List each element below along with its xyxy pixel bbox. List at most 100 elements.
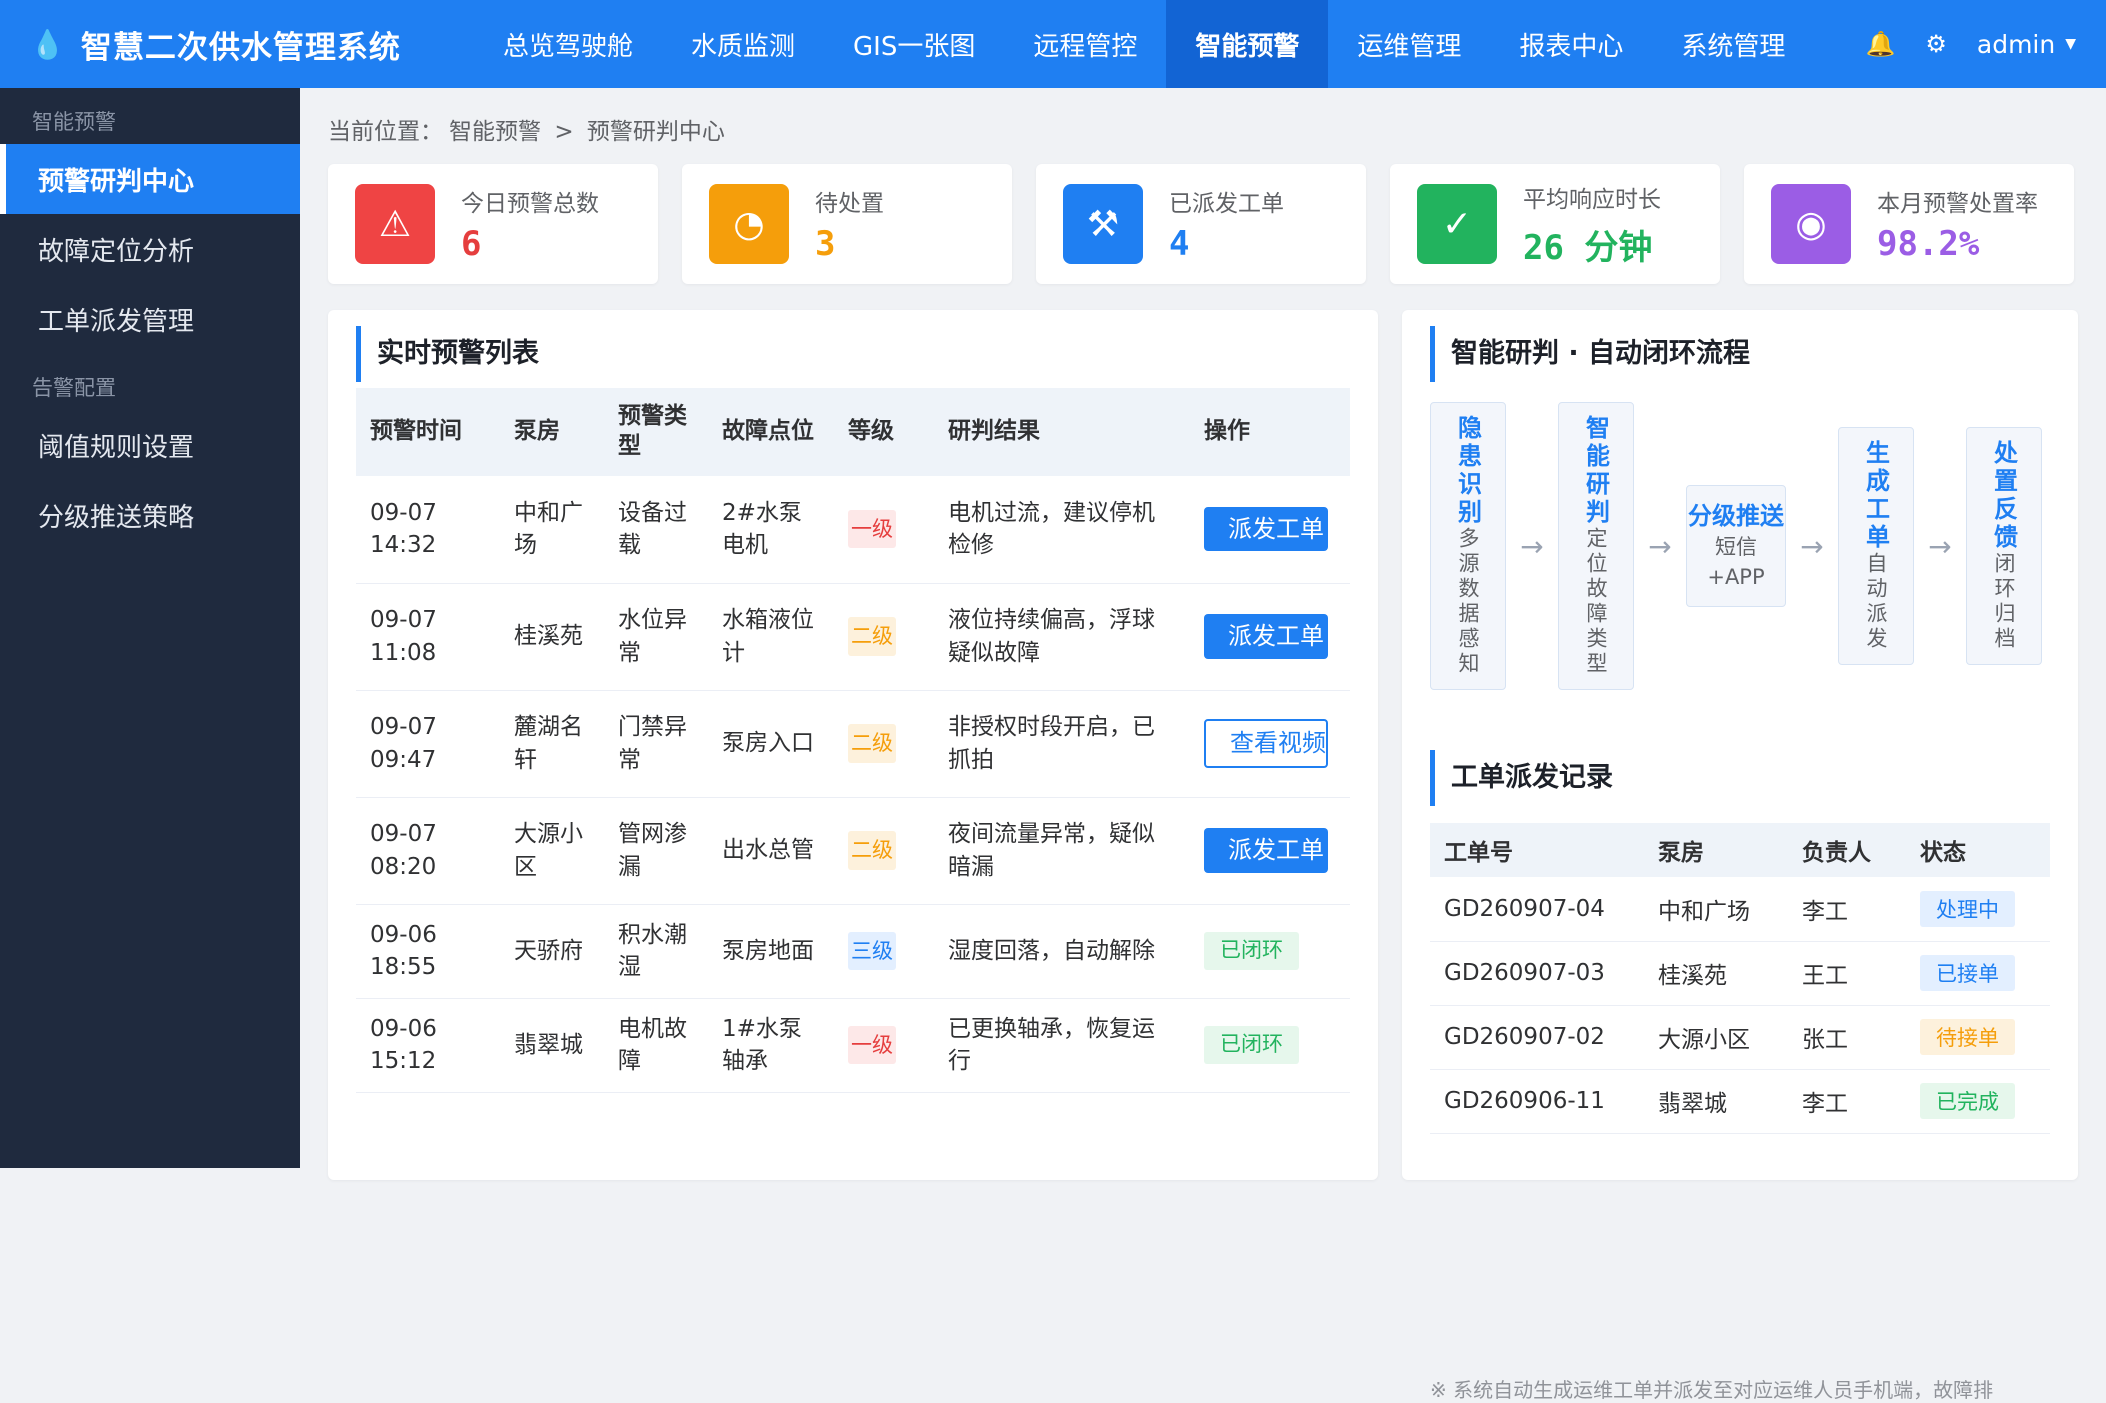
alert-level-cell: 三级: [834, 904, 934, 999]
flow-step: 智能研判 定位故障类型: [1558, 402, 1634, 690]
chevron-down-icon: ▼: [2065, 36, 2076, 52]
arrow-right-icon: →: [1928, 529, 1952, 563]
alert-type: 电机故障: [604, 998, 708, 1093]
alert-level-cell: 二级: [834, 797, 934, 905]
flow-step: 隐患识别 多源数据感知: [1430, 402, 1506, 690]
table-row[interactable]: GD260907-04 中和广场 李工 处理中: [1430, 877, 2050, 942]
alert-date: 09-06: [370, 921, 437, 948]
nav-item[interactable]: 总览驾驶舱: [474, 0, 662, 88]
action-cell: 派发工单: [1190, 797, 1350, 905]
alert-clock: 14:32: [370, 532, 437, 559]
stat-text: 平均响应时长 26 分钟: [1523, 180, 1661, 269]
column-header: 预警类型: [604, 388, 708, 476]
stat-label: 本月预警处置率: [1877, 191, 2038, 217]
column-header: 泵房: [500, 388, 604, 476]
pump-room: 大源小区: [500, 797, 604, 905]
alert-list-panel: 实时预警列表 预警时间 泵房 预警类型 故障点位 等级 研判结果 操作 09-07 14:32…: [328, 310, 1378, 1180]
level-badge: 二级: [848, 831, 896, 870]
nav-item[interactable]: 智能预警: [1166, 0, 1329, 88]
workorder-note: ※ 系统自动生成运维工单并派发至对应运维人员手机端，故障排: [1430, 1378, 1994, 1402]
analysis-result: 已更换轴承，恢复运行: [934, 998, 1190, 1093]
fault-point: 水箱液位计: [708, 583, 834, 691]
table-row[interactable]: GD260907-02 大源小区 张工 待接单: [1430, 1005, 2050, 1070]
workorder-id: GD260907-04: [1430, 877, 1644, 942]
alert-list-title: 实时预警列表: [356, 326, 539, 382]
stat-card: ◔ 待处置 3: [682, 164, 1012, 284]
warning-icon: ⚠: [355, 184, 435, 264]
gear-icon[interactable]: ⚙: [1925, 30, 1947, 58]
alert-type: 设备过载: [604, 476, 708, 584]
nav-item[interactable]: 报表中心: [1490, 0, 1652, 88]
alert-type: 积水潮湿: [604, 904, 708, 999]
sidebar-item[interactable]: 分级推送策略: [0, 480, 300, 550]
table-row: 09-07 14:32 中和广场 设备过载 2#水泵电机 一级 电机过流，建议停机检修 派发工…: [356, 476, 1350, 584]
dispatch-order-button[interactable]: 派发工单: [1204, 507, 1328, 552]
sidebar-item[interactable]: 预警研判中心: [0, 144, 300, 214]
stat-card: ⚠ 今日预警总数 6: [328, 164, 658, 284]
table-row[interactable]: GD260906-11 翡翠城 李工 已完成: [1430, 1069, 2050, 1134]
stat-text: 待处置 3: [815, 184, 884, 264]
column-header: 负责人: [1788, 823, 1906, 877]
nav-item[interactable]: GIS一张图: [824, 0, 1004, 88]
alert-clock: 11:08: [370, 639, 437, 666]
nav-item[interactable]: 水质监测: [662, 0, 824, 88]
flow-panel: 智能研判 · 自动闭环流程 隐患识别 多源数据感知 → 智能研判 定位故障类型 → 分级推送…: [1402, 310, 2078, 1402]
stat-value: 6: [461, 224, 482, 264]
nav-item[interactable]: 远程管控: [1004, 0, 1166, 88]
table-row: 09-06 18:55 天骄府 积水潮湿 泵房地面 三级 湿度回落，自动解除 已闭环: [356, 904, 1350, 999]
owner: 王工: [1788, 941, 1906, 1006]
dispatch-order-button[interactable]: 派发工单: [1204, 614, 1328, 659]
bell-icon[interactable]: 🔔: [1865, 30, 1895, 58]
stat-text: 已派发工单 4: [1169, 184, 1284, 264]
flow-step-desc: 多源数据感知: [1456, 527, 1480, 677]
analysis-result: 电机过流，建议停机检修: [934, 476, 1190, 584]
stat-card: ⚒ 已派发工单 4: [1036, 164, 1366, 284]
stat-label: 已派发工单: [1169, 191, 1284, 217]
sidebar-item[interactable]: 阈值规则设置: [0, 410, 300, 480]
nav-item[interactable]: 运维管理: [1328, 0, 1490, 88]
stat-value: 4: [1169, 224, 1190, 264]
owner: 李工: [1788, 1069, 1906, 1134]
flow-step-title: 生成工单: [1861, 440, 1890, 552]
table-row: 09-07 09:47 麓湖名轩 门禁异常 泵房入口 二级 非授权时段开启，已抓拍 查看视频: [356, 690, 1350, 798]
column-header: 泵房: [1644, 823, 1788, 877]
flow-step-title: 处置反馈: [1989, 440, 2018, 552]
action-cell: 已闭环: [1190, 904, 1350, 999]
view-video-button[interactable]: 查看视频: [1204, 719, 1328, 768]
alert-date: 09-06: [370, 1015, 437, 1042]
status-cell: 已完成: [1906, 1069, 2050, 1134]
sidebar-item[interactable]: 故障定位分析: [0, 214, 300, 284]
alert-date: 09-07: [370, 607, 437, 634]
dispatch-order-button[interactable]: 派发工单: [1204, 828, 1328, 873]
stat-text: 今日预警总数 6: [461, 184, 599, 264]
app-title: 智慧二次供水管理系统: [80, 29, 401, 66]
alert-time: 09-07 08:20: [356, 797, 500, 905]
alert-time: 09-07 09:47: [356, 690, 500, 798]
pie-icon: ◔: [709, 184, 789, 264]
stat-text: 本月预警处置率 98.2%: [1877, 184, 2038, 264]
status-badge: 已完成: [1920, 1083, 2015, 1119]
breadcrumb-prefix: 当前位置：: [328, 119, 443, 145]
fault-point: 1#水泵轴承: [708, 998, 834, 1093]
workorder-id: GD260907-02: [1430, 1005, 1644, 1070]
table-row[interactable]: GD260907-03 桂溪苑 王工 已接单: [1430, 941, 2050, 1006]
alert-time: 09-06 18:55: [356, 904, 500, 999]
pump-room: 桂溪苑: [1644, 941, 1788, 1006]
analysis-result: 液位持续偏高，浮球疑似故障: [934, 583, 1190, 691]
sidebar-item[interactable]: 工单派发管理: [0, 284, 300, 354]
alert-clock: 08:20: [370, 853, 437, 880]
workorder-id: GD260907-03: [1430, 941, 1644, 1006]
fault-point: 2#水泵电机: [708, 476, 834, 584]
level-badge: 二级: [848, 724, 896, 763]
brand: 💧 智慧二次供水管理系统: [0, 22, 474, 67]
nav-item[interactable]: 系统管理: [1652, 0, 1814, 88]
status-badge: 处理中: [1920, 890, 2015, 927]
action-cell: 派发工单: [1190, 583, 1350, 691]
user-menu[interactable]: admin ▼: [1977, 30, 2076, 59]
owner: 李工: [1788, 877, 1906, 942]
column-header: 工单号: [1430, 823, 1644, 877]
pump-room: 翡翠城: [500, 998, 604, 1093]
sidebar: 智能预警 预警研判中心 故障定位分析 工单派发管理 告警配置 阈值规则设置 分级推送策略: [0, 88, 300, 1168]
stat-card: ◉ 本月预警处置率 98.2%: [1744, 164, 2074, 284]
breadcrumb-item[interactable]: 智能预警: [449, 119, 541, 145]
